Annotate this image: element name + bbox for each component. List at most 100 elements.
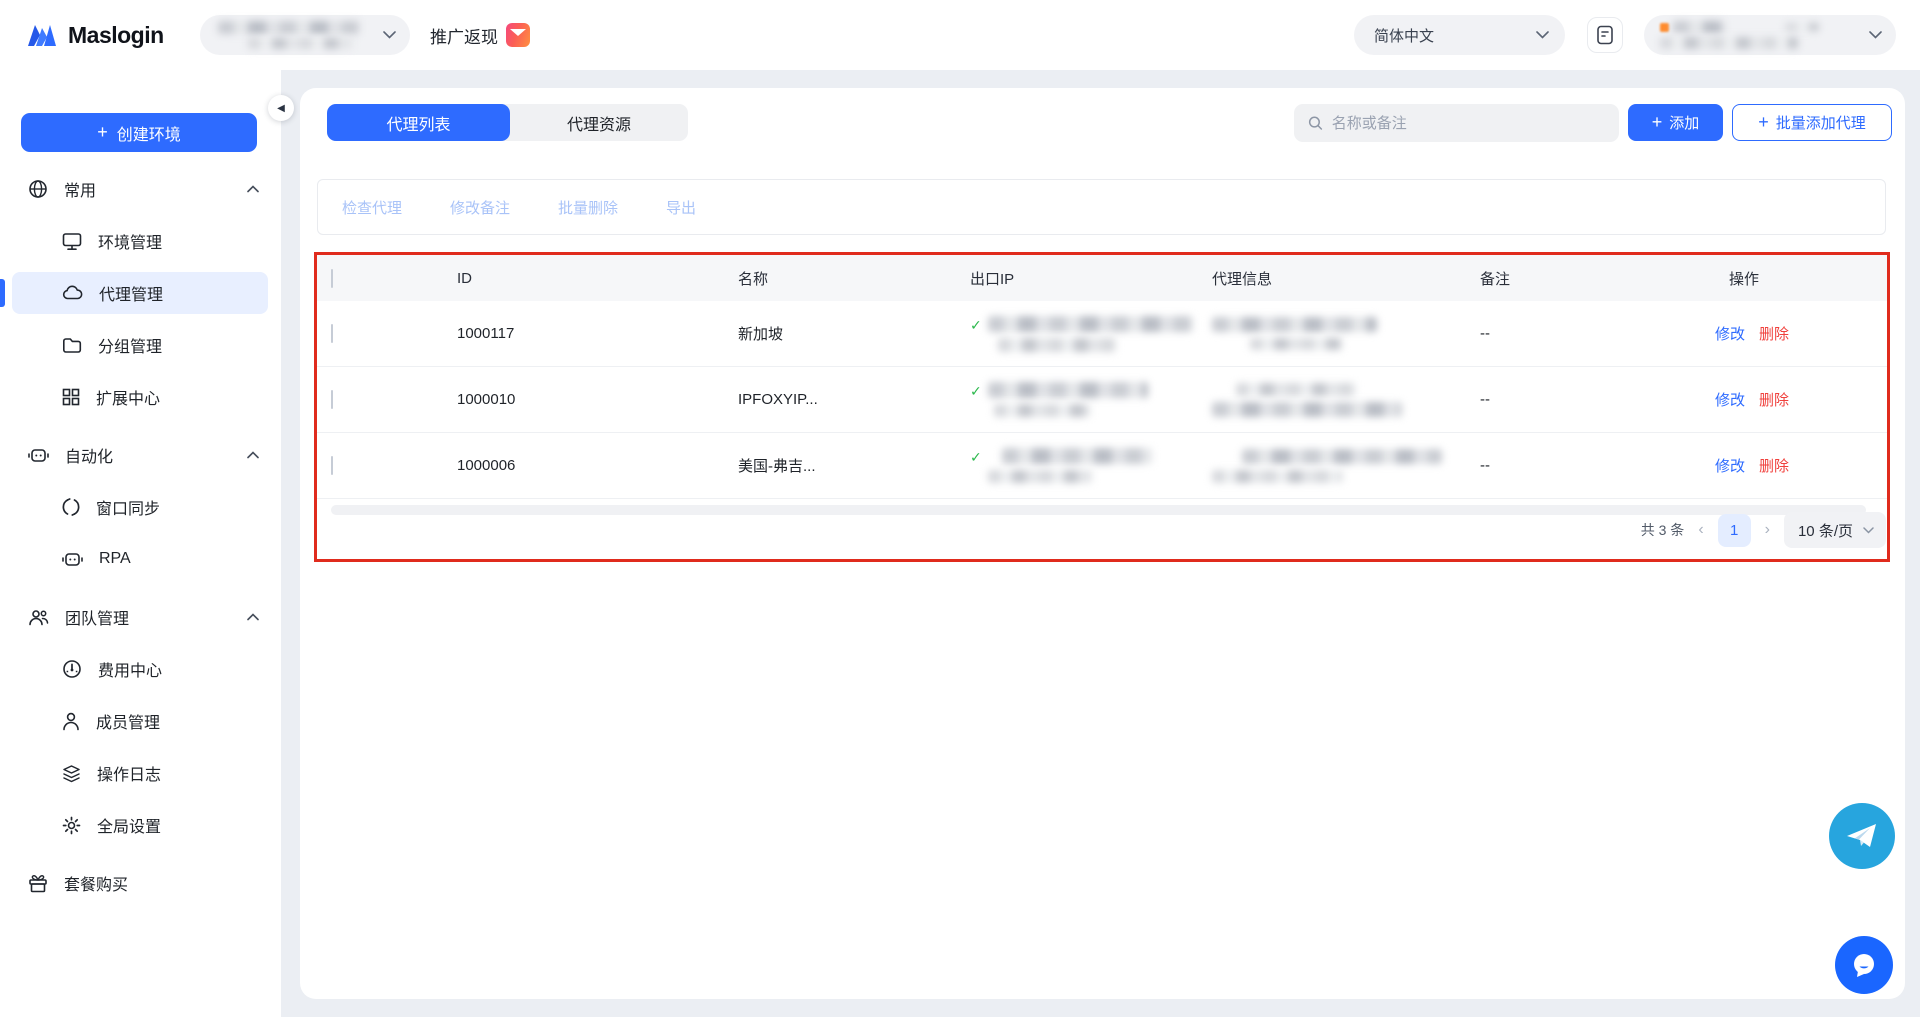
- bulk-add-proxy-button[interactable]: 批量添加代理: [1732, 104, 1892, 141]
- grid-icon: [62, 388, 80, 406]
- masked-environment-name: [218, 21, 360, 49]
- total-count: 共 3 条: [1640, 522, 1685, 538]
- chevron-down-icon: [383, 31, 396, 39]
- chevron-up-icon: [247, 451, 259, 459]
- edit-remark-action[interactable]: 修改备注: [450, 197, 510, 218]
- table-header-row: ID 名称 出口IP 代理信息 备注 操作: [315, 255, 1890, 301]
- check-icon: [970, 384, 982, 398]
- row-checkbox[interactable]: [331, 390, 333, 409]
- cell-name: IPFOXYIP...: [738, 391, 818, 408]
- edit-link[interactable]: 修改: [1715, 455, 1745, 476]
- sidebar-collapse-button[interactable]: [268, 95, 294, 121]
- page-number-button[interactable]: 1: [1717, 513, 1751, 547]
- row-checkbox[interactable]: [331, 456, 333, 475]
- document-button[interactable]: [1587, 17, 1623, 53]
- logo: Maslogin: [26, 0, 164, 70]
- sidebar-group-automation[interactable]: 自动化: [0, 434, 281, 476]
- sidebar-item-label: 环境管理: [98, 235, 163, 252]
- sidebar-group-common[interactable]: 常用: [0, 168, 281, 210]
- language-selector[interactable]: 简体中文: [1354, 15, 1565, 55]
- batch-delete-action[interactable]: 批量删除: [558, 197, 618, 218]
- create-environment-button[interactable]: 创建环境: [21, 113, 257, 152]
- column-header-proxy-info: 代理信息: [1212, 270, 1273, 288]
- column-header-actions: 操作: [1729, 270, 1760, 288]
- cell-name: 新加坡: [738, 326, 784, 343]
- tab-proxy-resources[interactable]: 代理资源: [510, 104, 688, 141]
- gauge-icon: [63, 660, 81, 678]
- bulk-add-proxy-label: 批量添加代理: [1775, 115, 1866, 132]
- chevron-down-icon: [1869, 31, 1882, 39]
- masked-ip: [987, 315, 1193, 352]
- sidebar-group-team[interactable]: 团队管理: [0, 596, 281, 638]
- user-account-menu[interactable]: [1644, 15, 1896, 55]
- masked-ip: [987, 382, 1148, 417]
- telegram-button[interactable]: [1829, 803, 1895, 869]
- chat-button[interactable]: [1835, 936, 1893, 994]
- gear-icon: [62, 816, 81, 834]
- promo-cashback-link[interactable]: 推广返现: [430, 0, 530, 70]
- add-proxy-label: 添加: [1669, 115, 1700, 132]
- check-proxy-action[interactable]: 检查代理: [342, 197, 402, 218]
- sidebar-item-label: 代理管理: [99, 287, 164, 304]
- sidebar-item-environment[interactable]: 环境管理: [12, 220, 268, 262]
- edit-link[interactable]: 修改: [1715, 323, 1745, 344]
- search-input[interactable]: [1331, 114, 1607, 132]
- row-checkbox[interactable]: [331, 324, 333, 343]
- delete-link[interactable]: 删除: [1759, 323, 1789, 344]
- page-size-select[interactable]: 10 条/页: [1783, 512, 1886, 548]
- edit-link[interactable]: 修改: [1715, 389, 1745, 410]
- column-header-name: 名称: [738, 270, 769, 288]
- cell-remark: --: [1480, 457, 1490, 474]
- masked-ip: [987, 448, 1152, 483]
- column-header-remark: 备注: [1480, 270, 1511, 288]
- red-packet-icon: [506, 23, 530, 47]
- delete-link[interactable]: 删除: [1759, 389, 1789, 410]
- robot-icon: [62, 553, 83, 566]
- tab-label: 代理列表: [386, 116, 451, 134]
- main-content-card: 代理列表 代理资源 添加 批量添加代理 检查代理 修改备注 批量删除 导出 ID…: [300, 88, 1905, 999]
- check-icon: [970, 318, 982, 332]
- add-proxy-button[interactable]: 添加: [1628, 104, 1723, 141]
- sidebar-item-window-sync[interactable]: 窗口同步: [12, 486, 268, 528]
- select-all-checkbox[interactable]: [331, 268, 333, 288]
- sidebar-item-label: 窗口同步: [96, 501, 161, 518]
- prev-page-button[interactable]: ‹: [1698, 521, 1703, 539]
- language-label: 简体中文: [1374, 27, 1435, 45]
- gift-icon: [29, 874, 47, 892]
- layers-icon: [63, 764, 80, 782]
- tab-label: 代理资源: [566, 116, 631, 134]
- cell-remark: --: [1480, 325, 1490, 342]
- environment-selector[interactable]: [200, 15, 410, 55]
- tab-proxy-list[interactable]: 代理列表: [327, 104, 510, 141]
- cell-proxy-info: [1196, 448, 1464, 483]
- plus-icon: [1652, 113, 1663, 132]
- next-page-button[interactable]: ›: [1765, 521, 1770, 539]
- sidebar-item-members[interactable]: 成员管理: [12, 700, 268, 742]
- sidebar-item-groups[interactable]: 分组管理: [12, 324, 268, 366]
- sidebar-item-rpa[interactable]: RPA: [12, 538, 268, 580]
- user-badge-icon: [1660, 22, 1669, 32]
- sidebar-item-label: 扩展中心: [96, 391, 161, 408]
- delete-link[interactable]: 删除: [1759, 455, 1789, 476]
- telegram-icon: [1847, 824, 1876, 847]
- export-action[interactable]: 导出: [666, 197, 696, 218]
- sidebar-item-label: 分组管理: [98, 339, 163, 356]
- cell-id: 1000117: [457, 325, 515, 342]
- topbar: Maslogin 推广返现 简体中文: [0, 0, 1920, 70]
- cell-proxy-info: [1196, 317, 1464, 350]
- table-row: 1000117 新加坡 -- 修改 删除: [315, 301, 1890, 367]
- sidebar-item-billing[interactable]: 费用中心: [12, 648, 268, 690]
- pagination: 共 3 条 ‹ 1 › 10 条/页: [1590, 512, 1886, 548]
- sidebar-item-purchase[interactable]: 套餐购买: [0, 862, 281, 904]
- sidebar-item-logs[interactable]: 操作日志: [12, 752, 268, 794]
- search-box: [1294, 104, 1619, 142]
- sidebar-item-proxy[interactable]: 代理管理: [0, 272, 268, 314]
- sidebar-item-label: 成员管理: [96, 715, 161, 732]
- masked-proxy-info: [1212, 317, 1377, 350]
- sidebar-item-settings[interactable]: 全局设置: [12, 804, 268, 846]
- sidebar-group-label: 自动化: [65, 449, 114, 466]
- robot-icon: [28, 449, 49, 462]
- sidebar-item-label: 全局设置: [97, 819, 162, 836]
- sidebar-item-extensions[interactable]: 扩展中心: [12, 376, 268, 418]
- sidebar: 创建环境 常用 环境管理 代理管理 分组管理: [0, 70, 281, 1017]
